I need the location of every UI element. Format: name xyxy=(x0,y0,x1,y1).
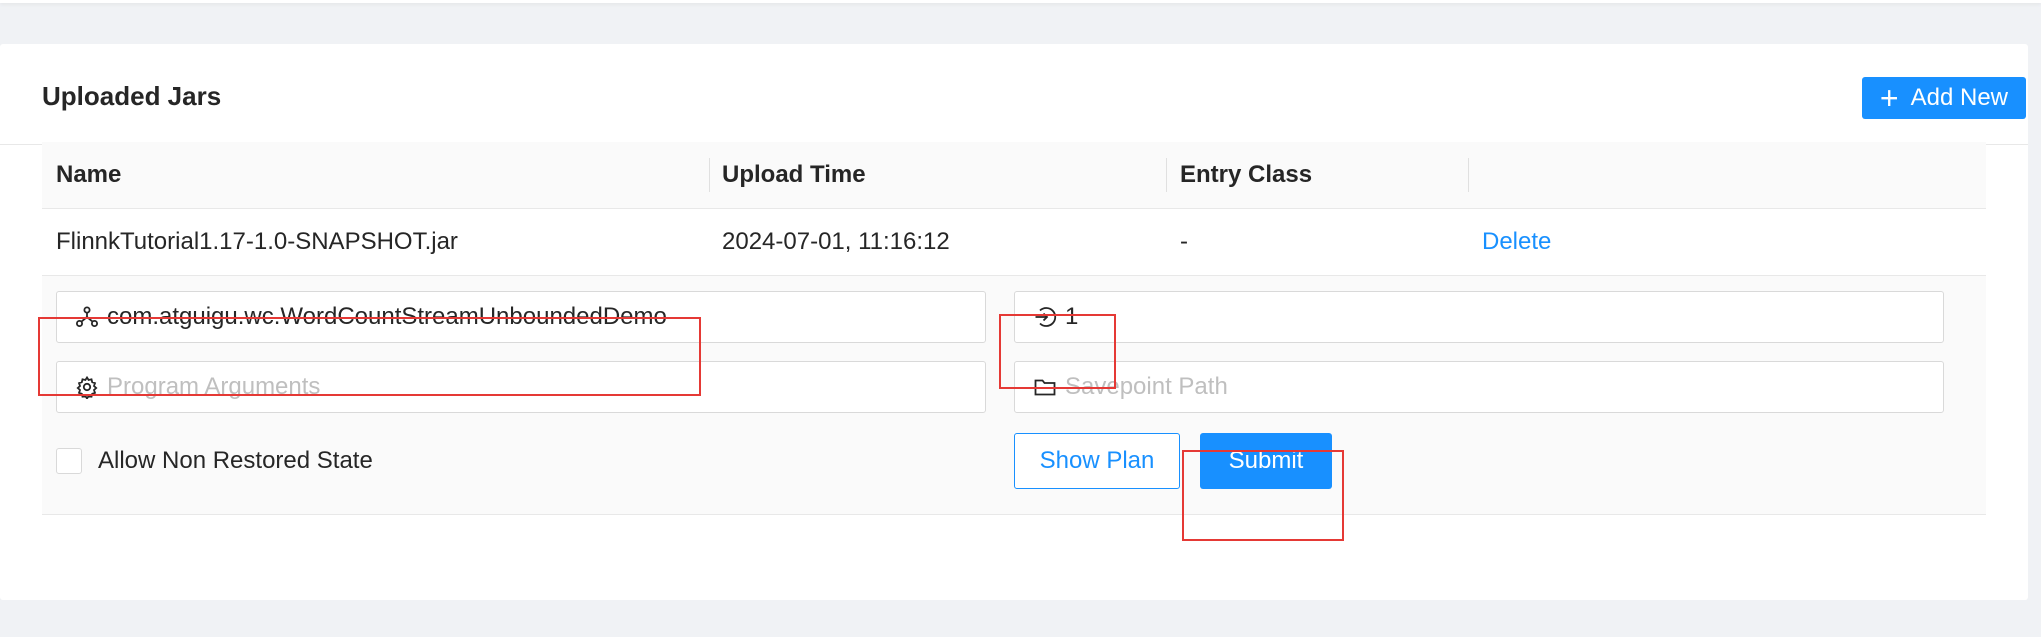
jars-table: Name Upload Time Entry Class FlinnkTutor… xyxy=(42,142,1986,515)
program-arguments-input[interactable]: Program Arguments xyxy=(56,361,986,413)
setting-icon xyxy=(76,375,98,399)
submit-button[interactable]: Submit xyxy=(1200,433,1332,489)
allow-non-restored-label: Allow Non Restored State xyxy=(98,447,373,474)
jar-name: FlinnkTutorial1.17-1.0-SNAPSHOT.jar xyxy=(56,228,458,255)
parallelism-input[interactable]: 1 xyxy=(1014,291,1944,343)
parallelism-value: 1 xyxy=(1065,303,1079,330)
column-header-upload-time: Upload Time xyxy=(722,161,866,188)
cluster-icon xyxy=(76,306,98,327)
card-title: Uploaded Jars xyxy=(42,81,222,111)
program-arguments-placeholder: Program Arguments xyxy=(107,373,321,400)
jar-upload-time: 2024-07-01, 11:16:12 xyxy=(722,228,950,255)
entry-class-value: com.atguigu.wc.WordCountStreamUnboundedD… xyxy=(107,303,667,330)
column-header-name: Name xyxy=(56,161,122,188)
card-header: Uploaded Jars + Add New xyxy=(0,44,2028,145)
column-header-entry-class: Entry Class xyxy=(1180,161,1313,188)
column-divider xyxy=(709,158,710,192)
delete-link[interactable]: Delete xyxy=(1482,209,1551,275)
submit-job-form: com.atguigu.wc.WordCountStreamUnboundedD… xyxy=(42,276,1986,515)
table-row[interactable]: FlinnkTutorial1.17-1.0-SNAPSHOT.jar 2024… xyxy=(42,209,1986,276)
add-new-button[interactable]: + Add New xyxy=(1861,77,2026,119)
login-icon xyxy=(1035,307,1057,327)
top-navigation-bar xyxy=(0,0,2041,3)
column-divider xyxy=(1166,158,1167,192)
add-new-label: Add New xyxy=(1910,84,2008,111)
plus-icon: + xyxy=(1879,80,1899,116)
folder-icon xyxy=(1034,379,1056,396)
savepoint-path-placeholder: Savepoint Path xyxy=(1065,373,1228,400)
column-divider xyxy=(1468,158,1469,192)
show-plan-button[interactable]: Show Plan xyxy=(1014,433,1180,489)
entry-class-input[interactable]: com.atguigu.wc.WordCountStreamUnboundedD… xyxy=(56,291,986,343)
savepoint-path-input[interactable]: Savepoint Path xyxy=(1014,361,1944,413)
jar-entry-class: - xyxy=(1180,228,1188,255)
table-header: Name Upload Time Entry Class xyxy=(42,142,1986,209)
allow-non-restored-checkbox[interactable] xyxy=(56,448,82,474)
allow-non-restored-option[interactable]: Allow Non Restored State xyxy=(56,447,373,475)
